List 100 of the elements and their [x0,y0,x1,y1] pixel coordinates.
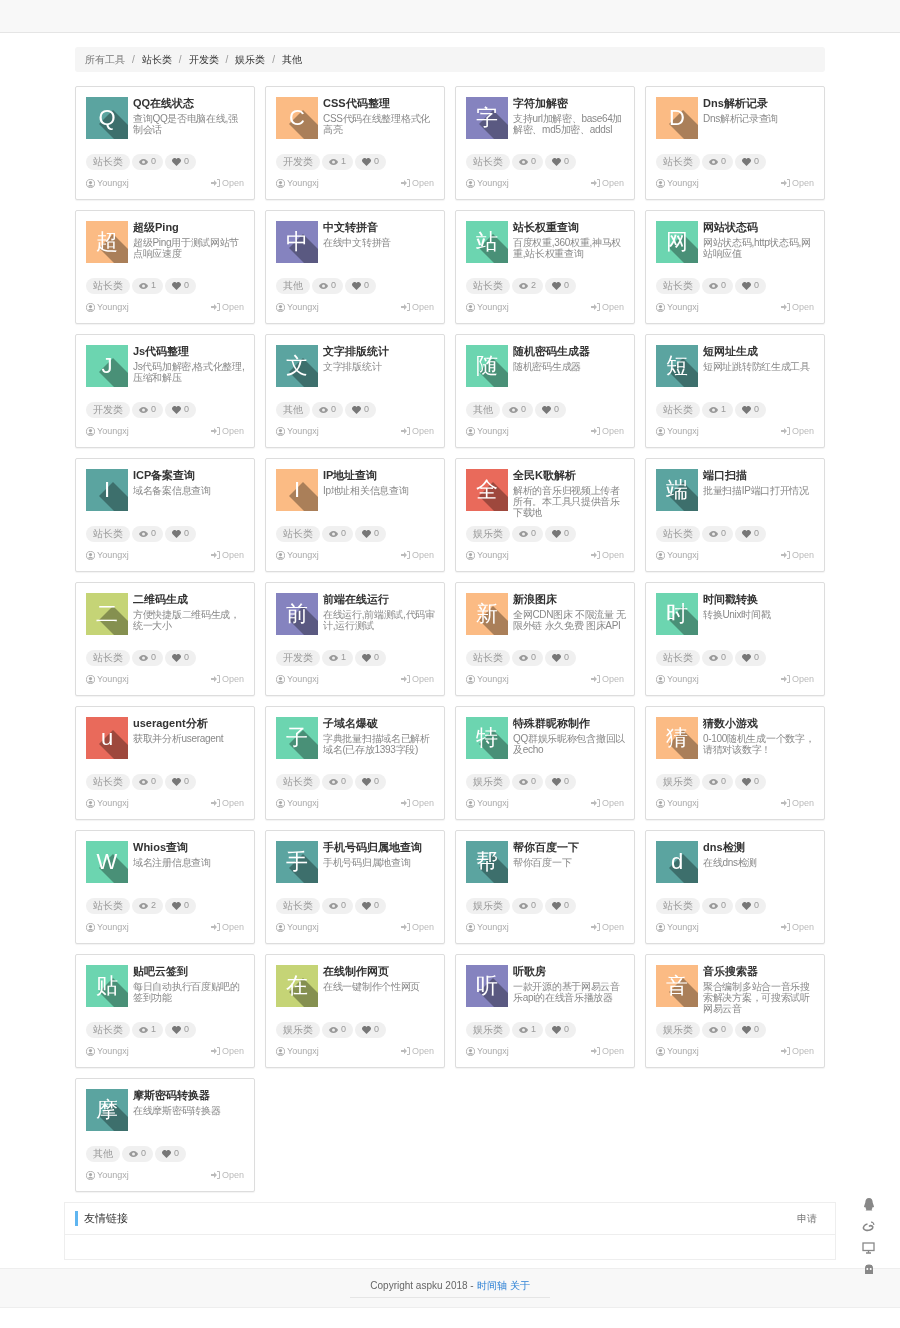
sign-in-icon [780,179,790,188]
category-tag: 站长类 [466,277,510,294]
breadcrumb-link[interactable]: 所有工具 [85,52,125,67]
tool-title[interactable]: 摩斯密码转换器 [133,1089,221,1102]
eye-icon [139,406,148,413]
icon-letter: 子 [286,727,308,749]
user-icon [656,426,665,436]
author-name: Youngxj [477,176,509,190]
author-name: Youngxj [97,424,129,438]
tool-description: 超级Ping用于测试网站节点响应速度 [133,237,241,259]
tool-title[interactable]: 特殊群昵称制作 [513,717,627,730]
icon-letter: J [101,355,113,377]
likes-count: 0 [184,154,190,168]
likes-count: 0 [564,278,570,292]
monitor-icon[interactable] [862,1242,875,1254]
penguin-icon[interactable] [862,1198,875,1211]
heart-icon [172,653,181,662]
tool-title[interactable]: 二维码生成 [133,593,247,606]
tool-title[interactable]: 新浪图床 [513,593,627,606]
tool-description: Js代码加解密,格式化整理,压缩和解压 [133,361,246,383]
tool-title[interactable]: 手机号码归属地查询 [323,841,422,854]
tool-title[interactable]: 猜数小游戏 [703,717,817,730]
tool-title[interactable]: 时间戳转换 [703,593,771,606]
category-tag: 站长类 [86,897,130,914]
tool-title[interactable]: 网站状态码 [703,221,817,234]
user-icon [276,674,285,684]
category-tag: 开发类 [86,401,130,418]
views-count: 0 [151,402,156,416]
heart-icon [552,901,561,910]
icon-letter: 短 [666,355,688,377]
views-count: 1 [151,1022,156,1036]
eye-icon [139,654,148,661]
user-icon [276,922,285,932]
tool-title[interactable]: 帮你百度一下 [513,841,579,854]
tool-title[interactable]: 前端在线运行 [323,593,437,606]
tool-title[interactable]: CSS代码整理 [323,97,437,110]
tool-title[interactable]: dns检测 [703,841,758,854]
footer-link[interactable]: 关于 [509,1278,530,1293]
user-icon [276,1046,285,1056]
tool-title[interactable]: 子域名爆破 [323,717,437,730]
icon-letter: u [100,727,114,749]
likes-count: 0 [374,1022,380,1036]
swirl-icon[interactable] [862,1221,875,1232]
views-count: 0 [341,1022,346,1036]
user-icon [86,798,95,808]
likes-count: 0 [564,774,570,788]
tool-title[interactable]: QQ在线状态 [133,97,247,110]
views-count: 0 [721,774,726,788]
heart-icon [362,653,371,662]
likes-count: 0 [374,774,380,788]
tool-title[interactable]: 文字排版统计 [323,345,389,358]
tool-title[interactable]: Dns解析记录 [703,97,779,110]
eye-icon [139,530,148,537]
tool-title[interactable]: 贴吧云签到 [133,965,247,978]
tool-description: 转换Unix时间戳 [703,609,771,620]
user-icon [276,550,285,560]
tool-title[interactable]: 短网址生成 [703,345,810,358]
tool-title[interactable]: 随机密码生成器 [513,345,590,358]
breadcrumb-link[interactable]: 站长类 [141,52,172,67]
tool-title[interactable]: 字符加解密 [513,97,627,110]
breadcrumb-link[interactable]: 开发类 [188,52,219,67]
tool-title[interactable]: 端口扫描 [703,469,809,482]
tool-title[interactable]: 中文转拼音 [323,221,391,234]
tool-title[interactable]: 超级Ping [133,221,247,234]
likes-count: 0 [174,1146,180,1160]
robot-icon[interactable] [862,1264,875,1275]
tool-title[interactable]: 站长权重查询 [513,221,627,234]
views-count: 0 [531,898,536,912]
user-icon [276,302,285,312]
sign-in-icon [210,1171,220,1180]
tool-title[interactable]: Js代码整理 [133,345,247,358]
tool-description: 短网址跳转防红生成工具 [703,361,810,372]
eye-icon [709,654,718,661]
author-name: Youngxj [477,548,509,562]
tool-description: 百度权重,360权重,神马权重,站长权重查询 [513,237,623,259]
likes-count: 0 [754,650,760,664]
apply-link[interactable]: 申请 [797,1211,825,1226]
tool-title[interactable]: useragent分析 [133,717,224,730]
tool-title[interactable]: Whios查询 [133,841,211,854]
eye-icon [709,530,718,537]
tool-title[interactable]: IP地址查询 [323,469,409,482]
category-tag: 娱乐类 [466,897,510,914]
breadcrumb-link[interactable]: 其他 [282,52,303,67]
sign-in-icon [590,675,600,684]
tool-title[interactable]: 全民K歌解析 [513,469,627,482]
likes-count: 0 [374,650,380,664]
tool-title[interactable]: 在线制作网页 [323,965,420,978]
author-name: Youngxj [477,796,509,810]
tool-title[interactable]: 听歌房 [513,965,627,978]
heart-icon [552,157,561,166]
breadcrumb-link[interactable]: 娱乐类 [235,52,266,67]
heart-icon [172,405,181,414]
heart-icon [172,529,181,538]
category-tag: 娱乐类 [656,1021,700,1038]
tool-title[interactable]: 音乐搜索器 [703,965,817,978]
author-name: Youngxj [477,1044,509,1058]
tool-title[interactable]: ICP备案查询 [133,469,211,482]
eye-icon [709,902,718,909]
footer-link[interactable]: 时间轴 [476,1278,507,1293]
heart-icon [742,777,751,786]
